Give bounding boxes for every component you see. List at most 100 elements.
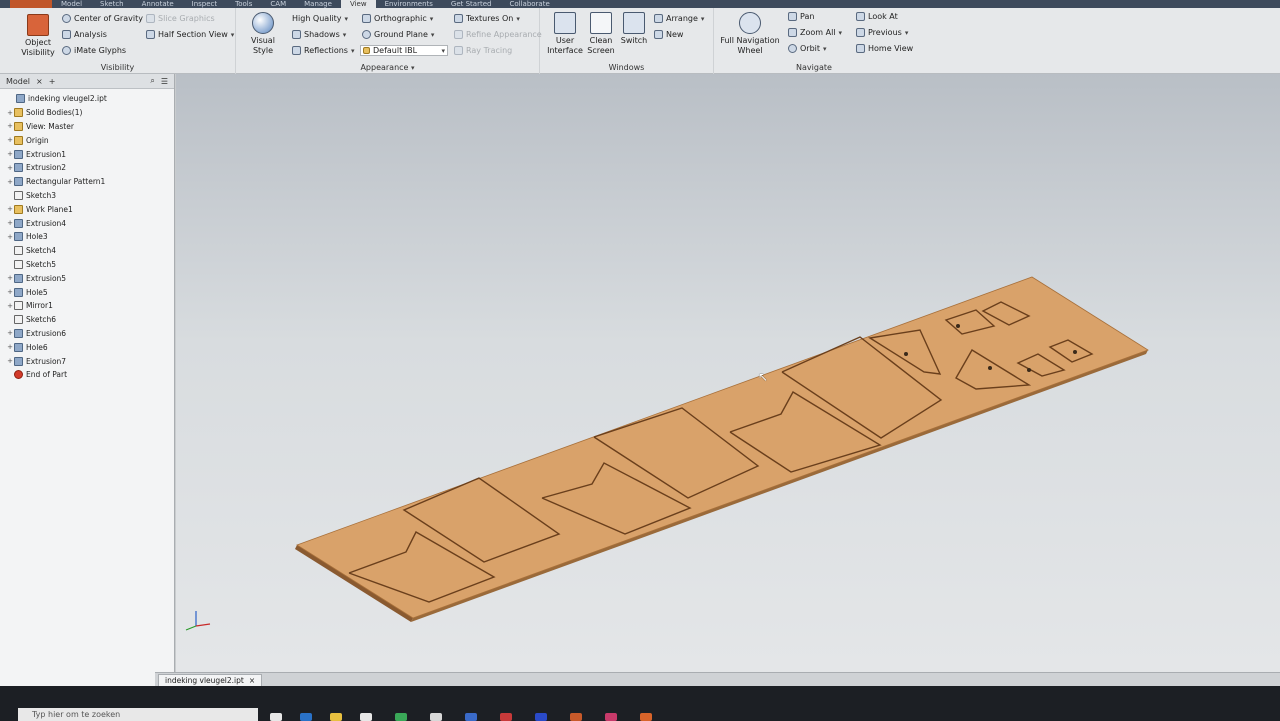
- expand-toggle[interactable]: +: [6, 122, 14, 130]
- switch-button[interactable]: Switch: [618, 12, 650, 46]
- home-view-button[interactable]: Home View: [856, 44, 913, 53]
- zoom-all-button[interactable]: Zoom All ▾: [788, 28, 842, 37]
- new-window-button[interactable]: New: [654, 30, 683, 39]
- app-icon-1[interactable]: [430, 713, 442, 721]
- close-icon[interactable]: ×: [36, 77, 43, 86]
- tree-node[interactable]: + Extrusion1: [0, 147, 174, 161]
- ground-plane-button[interactable]: Ground Plane ▾: [362, 30, 434, 39]
- arrange-button[interactable]: Arrange ▾: [654, 14, 704, 23]
- orthographic-button[interactable]: Orthographic ▾: [362, 14, 433, 23]
- menu-icon[interactable]: ☰: [161, 77, 168, 86]
- tab-get-started[interactable]: Get Started: [442, 0, 501, 8]
- expand-toggle[interactable]: +: [6, 357, 14, 365]
- expand-toggle[interactable]: +: [6, 274, 14, 282]
- app-icon-5[interactable]: [570, 713, 582, 721]
- app-icon-2[interactable]: [465, 713, 477, 721]
- file-explorer-icon[interactable]: [330, 713, 342, 721]
- tree-node[interactable]: Sketch3: [0, 189, 174, 203]
- visual-style-button[interactable]: Visual Style: [240, 12, 286, 56]
- tree-node[interactable]: + Hole5: [0, 285, 174, 299]
- edge-browser-icon[interactable]: [300, 713, 312, 721]
- pan-button[interactable]: Pan: [788, 12, 814, 21]
- expand-toggle[interactable]: +: [6, 150, 14, 158]
- tab-manage[interactable]: Manage: [295, 0, 341, 8]
- tree-node[interactable]: + Hole6: [0, 340, 174, 354]
- close-icon[interactable]: ×: [249, 676, 255, 685]
- user-interface-button[interactable]: User Interface: [546, 12, 584, 56]
- tab-view[interactable]: View: [340, 0, 376, 8]
- tab-inspect[interactable]: Inspect: [183, 0, 227, 8]
- half-section-view-button[interactable]: Half Section View ▾: [146, 30, 234, 39]
- tree-node[interactable]: indeking vleugel2.ipt: [0, 92, 174, 106]
- tab-annotate[interactable]: Annotate: [133, 0, 183, 8]
- document-tab[interactable]: indeking vleugel2.ipt ×: [158, 674, 263, 686]
- expand-toggle[interactable]: +: [6, 329, 14, 337]
- tree-node[interactable]: + View: Master: [0, 120, 174, 134]
- shadows-button[interactable]: Shadows ▾: [292, 30, 346, 39]
- tree-node-label: Sketch6: [26, 315, 57, 325]
- tab-cam[interactable]: CAM: [261, 0, 295, 8]
- expand-toggle[interactable]: +: [6, 219, 14, 227]
- expand-toggle[interactable]: +: [6, 343, 14, 351]
- tree-node-label: Extrusion2: [26, 163, 67, 173]
- tree-node[interactable]: Sketch5: [0, 258, 174, 272]
- clean-screen-button[interactable]: Clean Screen: [584, 12, 618, 56]
- app-icon-4[interactable]: [535, 713, 547, 721]
- graphics-viewport[interactable]: ↖: [176, 74, 1280, 672]
- expand-toggle[interactable]: +: [6, 109, 14, 117]
- tree-node[interactable]: Sketch4: [0, 244, 174, 258]
- orbit-button[interactable]: Orbit ▾: [788, 44, 827, 53]
- navigate-group: Full Navigation Wheel Pan Zoom All ▾ Orb…: [714, 8, 924, 74]
- browser-tab-model[interactable]: Model: [6, 77, 30, 86]
- full-navigation-wheel-button[interactable]: Full Navigation Wheel: [718, 12, 782, 56]
- tree-node[interactable]: Sketch6: [0, 313, 174, 327]
- tree-node[interactable]: + Extrusion4: [0, 216, 174, 230]
- app-icon-3[interactable]: [500, 713, 512, 721]
- tab-sketch[interactable]: Sketch: [91, 0, 133, 8]
- expand-toggle[interactable]: +: [6, 164, 14, 172]
- inventor-taskbar-icon[interactable]: [640, 713, 652, 721]
- center-of-gravity-button[interactable]: Center of Gravity: [62, 14, 143, 23]
- file-tab[interactable]: [10, 0, 52, 8]
- refine-appearance-button[interactable]: Refine Appearance: [454, 30, 542, 39]
- tree-node[interactable]: + Extrusion5: [0, 271, 174, 285]
- lighting-style-select[interactable]: Default IBL ▾: [360, 45, 448, 56]
- high-quality-dropdown[interactable]: High Quality ▾: [292, 14, 348, 23]
- tab-tools[interactable]: Tools: [226, 0, 261, 8]
- expand-toggle[interactable]: +: [6, 205, 14, 213]
- expand-toggle[interactable]: +: [6, 178, 14, 186]
- expand-toggle[interactable]: +: [6, 302, 14, 310]
- expand-toggle[interactable]: +: [6, 288, 14, 296]
- tree-node[interactable]: + Mirror1: [0, 299, 174, 313]
- tree-node[interactable]: + Origin: [0, 133, 174, 147]
- tree-node[interactable]: + Solid Bodies(1): [0, 106, 174, 120]
- taskbar-search-input[interactable]: Typ hier om te zoeken: [18, 708, 258, 721]
- previous-view-button[interactable]: Previous ▾: [856, 28, 908, 37]
- task-view-icon[interactable]: [270, 713, 282, 721]
- object-visibility-button[interactable]: Object Visibility: [20, 14, 56, 58]
- tree-node[interactable]: End of Part: [0, 368, 174, 382]
- expand-toggle[interactable]: +: [6, 136, 14, 144]
- store-icon[interactable]: [360, 713, 372, 721]
- tree-node[interactable]: + Rectangular Pattern1: [0, 175, 174, 189]
- tree-node[interactable]: + Extrusion2: [0, 161, 174, 175]
- tab-environments[interactable]: Environments: [376, 0, 442, 8]
- reflections-button[interactable]: Reflections ▾: [292, 46, 355, 55]
- analysis-button[interactable]: Analysis: [62, 30, 107, 39]
- add-browser-icon[interactable]: +: [49, 77, 56, 86]
- look-at-button[interactable]: Look At: [856, 12, 898, 21]
- ray-tracing-button[interactable]: Ray Tracing: [454, 46, 512, 55]
- search-icon[interactable]: ⌕: [150, 76, 154, 86]
- chrome-icon[interactable]: [395, 713, 407, 721]
- tab-collaborate[interactable]: Collaborate: [500, 0, 558, 8]
- textures-on-button[interactable]: Textures On ▾: [454, 14, 520, 23]
- tab-model[interactable]: Model: [52, 0, 91, 8]
- app-icon-6[interactable]: [605, 713, 617, 721]
- slice-graphics-button[interactable]: Slice Graphics: [146, 14, 215, 23]
- tree-node[interactable]: + Work Plane1: [0, 202, 174, 216]
- tree-node[interactable]: + Extrusion6: [0, 327, 174, 341]
- imate-glyphs-button[interactable]: iMate Glyphs: [62, 46, 126, 55]
- tree-node[interactable]: + Hole3: [0, 230, 174, 244]
- expand-toggle[interactable]: +: [6, 233, 14, 241]
- tree-node[interactable]: + Extrusion7: [0, 354, 174, 368]
